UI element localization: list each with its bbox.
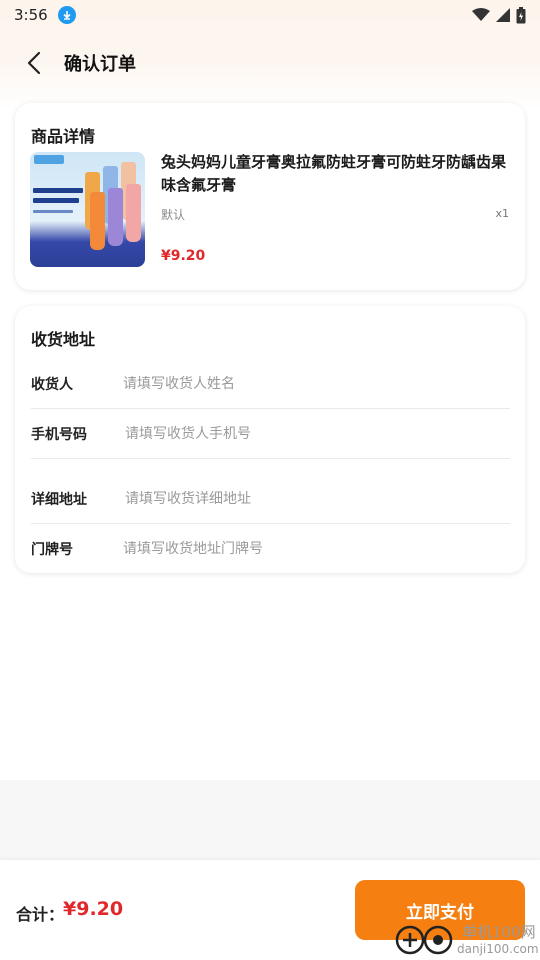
- address-detail-input[interactable]: [125, 490, 510, 507]
- content-background: [0, 780, 540, 860]
- back-button[interactable]: [14, 43, 54, 83]
- product-section-title: 商品详情: [31, 127, 96, 146]
- status-icons: [472, 6, 526, 24]
- chevron-left-icon: [27, 51, 41, 75]
- house-number-row: 门牌号: [31, 524, 510, 574]
- house-number-input[interactable]: [123, 541, 510, 557]
- product-spec: 默认: [161, 208, 186, 222]
- total-value: ¥9.20: [63, 898, 124, 920]
- status-time: 3:56: [14, 6, 48, 24]
- product-card: 商品详情 兔头妈妈儿童牙膏奥拉氟防蛀牙膏可防蛀牙防龋齿果味含氟牙膏 默认 x1 …: [15, 103, 525, 290]
- product-image[interactable]: [30, 152, 145, 267]
- wifi-icon: [472, 8, 490, 21]
- phone-row: 手机号码: [31, 409, 510, 459]
- status-bar: 3:56: [0, 0, 540, 30]
- watermark-url: danji100.com: [457, 942, 539, 956]
- battery-icon: [516, 6, 526, 23]
- page-title: 确认订单: [64, 54, 136, 75]
- page-header: 确认订单: [0, 40, 540, 86]
- phone-label: 手机号码: [31, 426, 87, 443]
- phone-input[interactable]: [125, 425, 510, 442]
- product-quantity: x1: [495, 207, 509, 220]
- download-icon: [57, 6, 76, 24]
- address-detail-row: 详细地址: [31, 474, 510, 524]
- recipient-label: 收货人: [31, 376, 73, 393]
- recipient-input[interactable]: [123, 375, 510, 392]
- address-detail-label: 详细地址: [31, 491, 87, 508]
- recipient-row: 收货人: [31, 359, 510, 409]
- total-label: 合计：: [16, 905, 65, 924]
- product-price: ¥9.20: [161, 248, 206, 264]
- signal-icon: [496, 8, 510, 22]
- house-number-label: 门牌号: [31, 542, 73, 558]
- address-section-title: 收货地址: [31, 330, 96, 349]
- product-name: 兔头妈妈儿童牙膏奥拉氟防蛀牙膏可防蛀牙防龋齿果味含氟牙膏: [161, 153, 507, 194]
- watermark-text: 单机100网: [462, 923, 536, 941]
- address-card: 收货地址 收货人 手机号码 详细地址 门牌号: [15, 306, 525, 573]
